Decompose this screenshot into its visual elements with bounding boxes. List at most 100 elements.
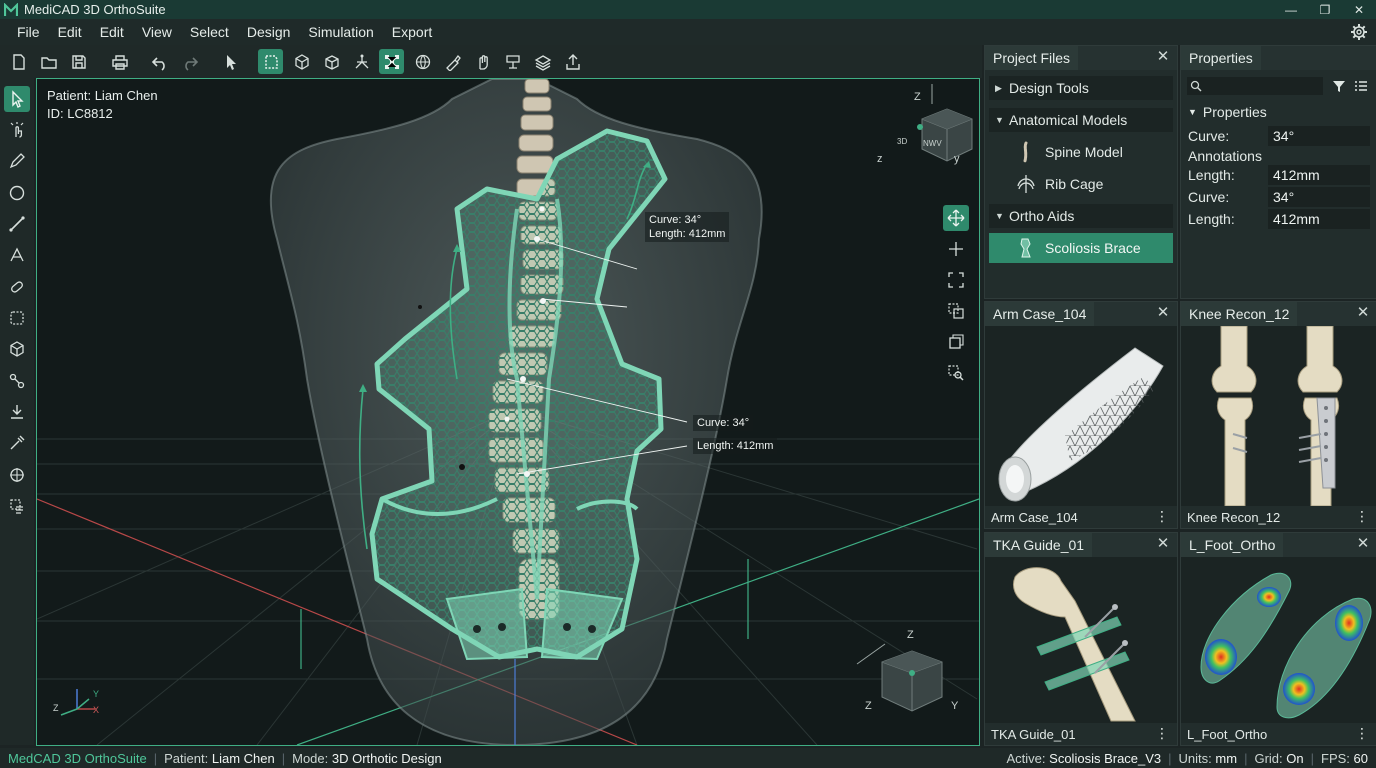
tab-arm-case[interactable]: Arm Case_104 — [985, 302, 1095, 326]
prop-value-length-2[interactable]: 412mm — [1268, 209, 1370, 229]
properties-section-header[interactable]: ▼ Properties — [1188, 104, 1267, 120]
annotation-curve-upper[interactable]: Curve: 34° Length: 412mm — [645, 212, 730, 242]
status-mode: 3D Orthotic Design — [331, 750, 442, 766]
properties-panel: Properties ▼ Properties Curve: 34° Annota… — [1180, 45, 1376, 299]
fit-view-button[interactable] — [943, 267, 969, 293]
layers-button[interactable] — [530, 49, 555, 74]
filter-icon[interactable] — [1332, 79, 1346, 93]
hand-button[interactable] — [470, 49, 495, 74]
probe-tool-button[interactable] — [4, 430, 30, 456]
more-vertical-icon[interactable]: ⋮ — [1155, 725, 1169, 742]
menu-view[interactable]: View — [133, 24, 181, 40]
patch-tool-button[interactable] — [4, 274, 30, 300]
tree-item-spine-model[interactable]: Spine Model — [1015, 139, 1123, 165]
tab-l-foot-ortho[interactable]: L_Foot_Ortho — [1181, 533, 1284, 557]
maximize-button[interactable]: ❐ — [1308, 0, 1342, 19]
select-region-button[interactable] — [258, 49, 283, 74]
list-view-icon[interactable] — [1354, 79, 1368, 93]
stand-button[interactable] — [500, 49, 525, 74]
prop-value-curve[interactable]: 34° — [1268, 126, 1370, 146]
tree-group-anatomical-models[interactable]: ▼ Anatomical Models — [989, 108, 1173, 132]
redo-button[interactable] — [177, 49, 202, 74]
zoom-region-button[interactable] — [943, 360, 969, 386]
skeleton-icon — [355, 54, 368, 68]
import-tool-button[interactable] — [4, 399, 30, 425]
minimize-button[interactable]: — — [1274, 0, 1308, 19]
navcube-top-side-label[interactable]: NWV — [923, 139, 942, 148]
upload-icon — [565, 53, 580, 70]
more-vertical-icon[interactable]: ⋮ — [1355, 508, 1369, 525]
gear-icon[interactable] — [1350, 23, 1368, 41]
frame-view-button[interactable] — [943, 329, 969, 355]
connect-icon — [9, 373, 25, 389]
more-vertical-icon[interactable]: ⋮ — [1355, 725, 1369, 742]
globe-button[interactable] — [410, 49, 435, 74]
arm-case-preview — [985, 326, 1177, 506]
tab-properties[interactable]: Properties — [1181, 46, 1261, 70]
main-toolbar — [0, 45, 982, 78]
box-button[interactable] — [319, 49, 344, 74]
prop-value-curve-2[interactable]: 34° — [1268, 187, 1370, 207]
node-network-button[interactable] — [379, 49, 404, 74]
status-active-label: Active: — [1006, 750, 1046, 766]
save-button[interactable] — [66, 49, 91, 74]
close-icon[interactable]: ✕ — [1355, 536, 1371, 552]
menu-design[interactable]: Design — [238, 24, 300, 40]
close-window-button[interactable]: ✕ — [1342, 0, 1376, 19]
move-view-button[interactable] — [943, 205, 969, 231]
tree-item-rib-cage[interactable]: Rib Cage — [1015, 171, 1103, 197]
pan-view-button[interactable] — [943, 236, 969, 262]
target-tool-button[interactable] — [4, 462, 30, 488]
close-icon[interactable]: ✕ — [1355, 305, 1371, 321]
prop-value-length[interactable]: 412mm — [1268, 165, 1370, 185]
pointer-tool-button[interactable] — [218, 49, 243, 74]
print-button[interactable] — [107, 49, 132, 74]
menu-file[interactable]: File — [0, 24, 49, 40]
menu-bar: File Edit Edit View Select Design Simula… — [0, 19, 1376, 45]
sculpt-button[interactable] — [440, 49, 465, 74]
solid-tool-button[interactable] — [4, 336, 30, 362]
tab-tka-guide[interactable]: TKA Guide_01 — [985, 533, 1093, 557]
open-button[interactable] — [36, 49, 61, 74]
cube-view-button[interactable] — [289, 49, 314, 74]
line-tool-button[interactable] — [4, 211, 30, 237]
menu-select[interactable]: Select — [181, 24, 238, 40]
close-icon[interactable]: ✕ — [1155, 49, 1171, 65]
thumbnail-tka-guide[interactable]: TKA Guide_01 ✕ TKA Guide_01 ⋮ — [984, 532, 1178, 746]
thumbnail-arm-case[interactable]: Arm Case_104 ✕ Arm Case_104 ⋮ — [984, 301, 1178, 529]
pen-tool-button[interactable] — [4, 148, 30, 174]
undo-button[interactable] — [147, 49, 172, 74]
touch-tool-button[interactable] — [4, 117, 30, 143]
menu-edit[interactable]: Edit — [49, 24, 91, 40]
annotation-length-label[interactable]: Length: 412mm — [693, 438, 778, 454]
skeleton-button[interactable] — [349, 49, 374, 74]
rotate-view-button[interactable] — [943, 298, 969, 324]
navcube-top-face-label[interactable]: 3D — [897, 137, 907, 146]
window-title: MediCAD 3D OrthoSuite — [24, 2, 166, 17]
tree-group-ortho-aids[interactable]: ▼ Ortho Aids — [989, 204, 1173, 228]
thumbnail-knee-recon[interactable]: Knee Recon_12 ✕ Knee Recon_12 ⋮ — [1180, 301, 1376, 529]
circle-tool-button[interactable] — [4, 180, 30, 206]
export-button[interactable] — [560, 49, 585, 74]
new-file-button[interactable] — [6, 49, 31, 74]
close-icon[interactable]: ✕ — [1155, 536, 1171, 552]
3d-viewport[interactable]: Patient: Liam Chen ID: LC8812 Curve: 34°… — [36, 78, 980, 746]
tree-group-design-tools[interactable]: ▶ Design Tools — [989, 76, 1173, 100]
status-patient: Liam Chen — [211, 750, 275, 766]
report-tool-button[interactable] — [4, 493, 30, 519]
menu-export[interactable]: Export — [383, 24, 441, 40]
more-vertical-icon[interactable]: ⋮ — [1155, 508, 1169, 525]
angle-tool-button[interactable] — [4, 242, 30, 268]
close-icon[interactable]: ✕ — [1155, 305, 1171, 321]
tab-project-files[interactable]: Project Files — [985, 46, 1079, 70]
connect-tool-button[interactable] — [4, 368, 30, 394]
lasso-tool-button[interactable] — [4, 305, 30, 331]
menu-edit-2[interactable]: Edit — [91, 24, 133, 40]
tree-item-scoliosis-brace[interactable]: Scoliosis Brace — [989, 233, 1173, 263]
annotation-curve-label[interactable]: Curve: 34° — [693, 415, 754, 431]
property-search-input[interactable] — [1187, 77, 1323, 95]
select-tool-button[interactable] — [4, 86, 30, 112]
tab-knee-recon[interactable]: Knee Recon_12 — [1181, 302, 1298, 326]
menu-simulation[interactable]: Simulation — [299, 24, 382, 40]
thumbnail-l-foot-ortho[interactable]: L_Foot_Ortho ✕ L_Foot_Ortho ⋮ — [1180, 532, 1376, 746]
